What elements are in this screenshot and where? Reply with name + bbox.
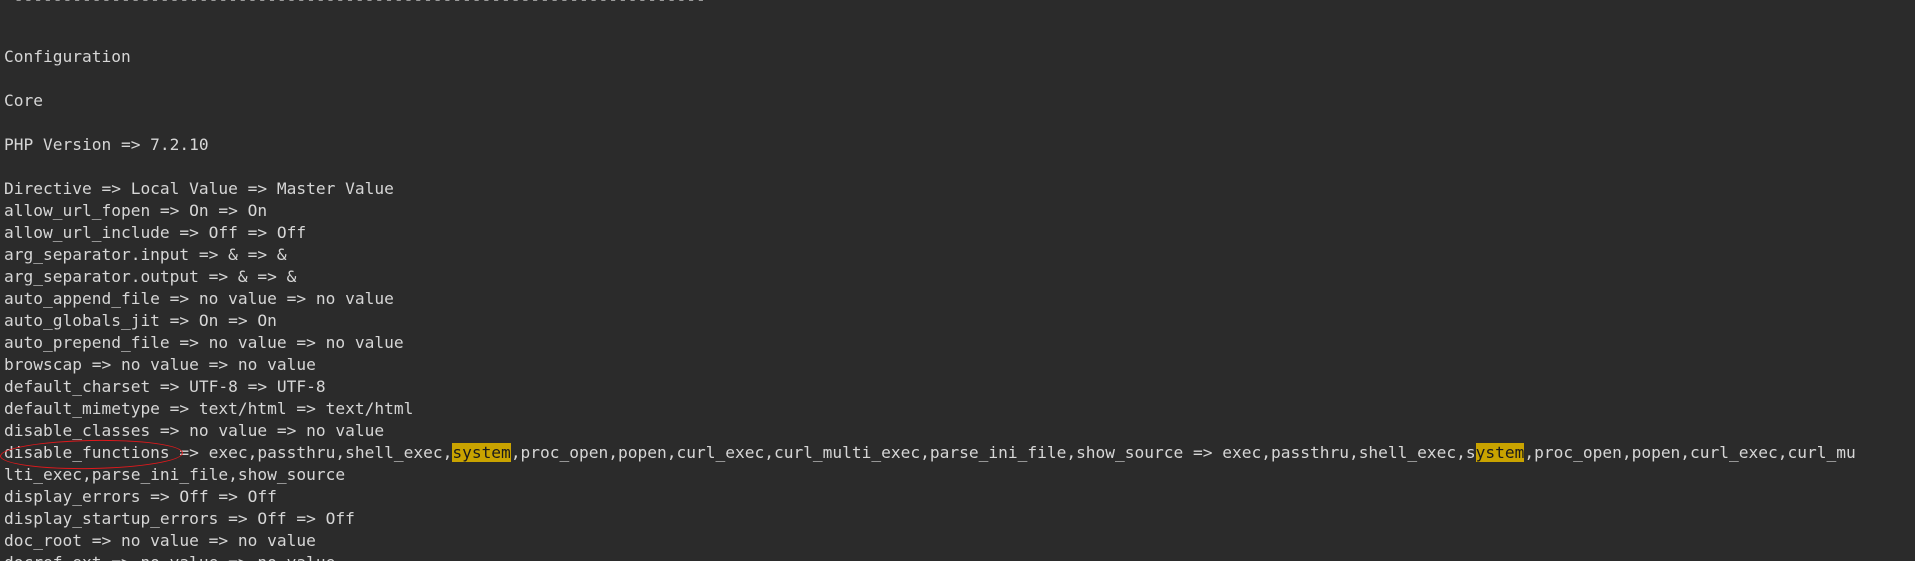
separator-line: ----------------------------------------… xyxy=(4,0,706,11)
directive-row: arg_separator.output => & => & xyxy=(4,267,297,286)
directive-row: auto_prepend_file => no value => no valu… xyxy=(4,333,404,352)
disable-functions-value-part: ,proc_open,popen,curl_exec,curl_mu xyxy=(1524,443,1856,462)
directive-row: auto_append_file => no value => no value xyxy=(4,289,394,308)
directive-row: auto_globals_jit => On => On xyxy=(4,311,277,330)
directive-row: browscap => no value => no value xyxy=(4,355,316,374)
disable-functions-value-part: => exec,passthru,shell_exec, xyxy=(169,443,453,462)
directive-row: display_errors => Off => Off xyxy=(4,487,277,506)
terminal-window[interactable]: ----------------------------------------… xyxy=(0,0,1915,561)
disable-functions-name: disable_functions xyxy=(4,443,170,462)
directive-row: allow_url_include => Off => Off xyxy=(4,223,307,242)
directive-row: docref_ext => no value => no value xyxy=(4,552,335,561)
directive-row: allow_url_fopen => On => On xyxy=(4,201,268,220)
php-version-line: PHP Version => 7.2.10 xyxy=(4,135,209,154)
search-highlight: system xyxy=(452,443,511,462)
directive-row: display_startup_errors => Off => Off xyxy=(4,509,355,528)
directive-row: doc_root => no value => no value xyxy=(4,531,316,550)
disable-functions-value-part: ,proc_open,popen,curl_exec,curl_multi_ex… xyxy=(510,443,1476,462)
directive-row: default_mimetype => text/html => text/ht… xyxy=(4,399,414,418)
table-header-line: Directive => Local Value => Master Value xyxy=(4,179,394,198)
configuration-heading: Configuration xyxy=(4,47,131,66)
disable-functions-row: disable_functions => exec,passthru,shell… xyxy=(4,442,1856,464)
search-highlight: ystem xyxy=(1475,443,1525,462)
core-heading: Core xyxy=(4,91,43,110)
directive-row: arg_separator.input => & => & xyxy=(4,245,287,264)
directive-row: disable_classes => no value => no value xyxy=(4,421,385,440)
directive-row: default_charset => UTF-8 => UTF-8 xyxy=(4,377,326,396)
disable-functions-wrap-line: lti_exec,parse_ini_file,show_source xyxy=(4,465,346,484)
